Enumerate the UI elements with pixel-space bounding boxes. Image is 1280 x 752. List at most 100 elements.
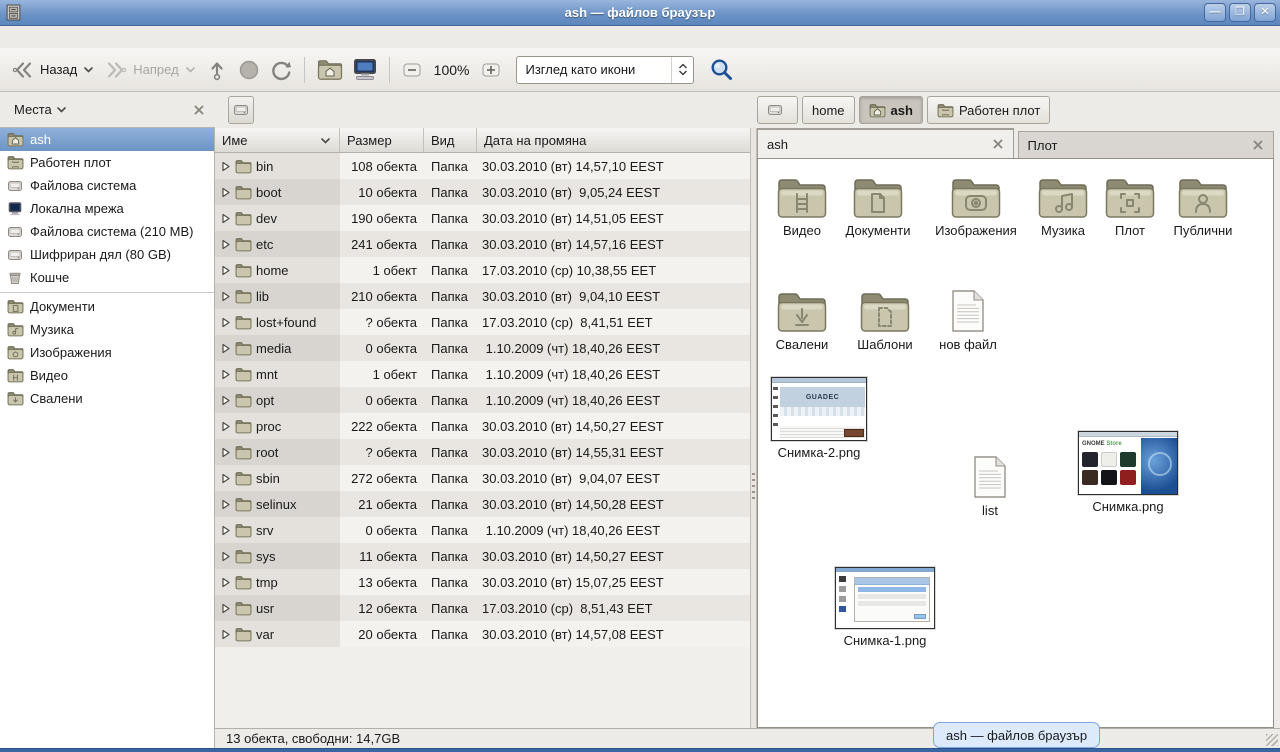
titlebar[interactable]: ash — файлов браузър — ❐ ✕ <box>0 0 1280 26</box>
column-header-name[interactable]: Име <box>215 128 340 153</box>
column-header-size[interactable]: Размер <box>340 128 424 153</box>
icon-view-item[interactable]: Свалени <box>760 281 844 352</box>
expander-icon[interactable] <box>221 499 231 510</box>
table-row[interactable]: srv 0 обекта Папка 1.10.2009 (чт) 18,40,… <box>215 517 750 543</box>
expander-icon[interactable] <box>221 291 231 302</box>
expander-icon[interactable] <box>221 343 231 354</box>
expander-icon[interactable] <box>221 577 231 588</box>
sidebar-item[interactable]: Файлова система (210 MB) <box>0 220 214 243</box>
expander-icon[interactable] <box>221 239 231 250</box>
table-row[interactable]: boot 10 обекта Папка 30.03.2010 (вт) 9,0… <box>215 179 750 205</box>
home-button[interactable] <box>312 54 348 86</box>
sidebar-item[interactable]: ash <box>0 128 214 151</box>
close-button[interactable]: ✕ <box>1254 3 1276 22</box>
table-row[interactable]: proc 222 обекта Папка 30.03.2010 (вт) 14… <box>215 413 750 439</box>
expander-icon[interactable] <box>221 525 231 536</box>
table-row[interactable]: lost+found ? обекта Папка 17.03.2010 (ср… <box>215 309 750 335</box>
zoom-in-button[interactable] <box>476 54 506 86</box>
search-button[interactable] <box>706 54 738 86</box>
icon-view-item[interactable]: list <box>948 447 1032 518</box>
sidebar-item[interactable]: Видео <box>0 364 214 387</box>
zoom-out-button[interactable] <box>397 54 427 86</box>
icon-view-item[interactable]: Плот <box>1088 167 1172 238</box>
menu-item[interactable] <box>44 35 62 39</box>
expander-icon[interactable] <box>221 603 231 614</box>
sidebar-item[interactable]: Шифриран дял (80 GB) <box>0 243 214 266</box>
sidebar-item[interactable]: Изображения <box>0 341 214 364</box>
expander-icon[interactable] <box>221 551 231 562</box>
icon-view-item[interactable]: Снимка-1.png <box>833 567 937 648</box>
table-row[interactable]: home 1 обект Папка 17.03.2010 (ср) 10,38… <box>215 257 750 283</box>
breadcrumb-button[interactable]: ash <box>859 96 923 124</box>
table-row[interactable]: bin 108 обекта Папка 30.03.2010 (вт) 14,… <box>215 153 750 179</box>
expander-icon[interactable] <box>221 187 231 198</box>
table-row[interactable]: sys 11 обекта Папка 30.03.2010 (вт) 14,5… <box>215 543 750 569</box>
expander-icon[interactable] <box>221 395 231 406</box>
menu-item[interactable] <box>62 35 80 39</box>
sidebar-item[interactable]: Кошче <box>0 266 214 289</box>
icon-view-item[interactable]: Документи <box>836 167 920 238</box>
icon-view-item[interactable]: Публични <box>1161 167 1245 238</box>
sidebar-close-icon[interactable] <box>193 104 205 116</box>
column-header-modified[interactable]: Дата на промяна <box>477 128 750 153</box>
icon-view-item[interactable]: Видео <box>760 167 844 238</box>
icon-view-item[interactable]: GNOME Store Снимка.png <box>1076 431 1180 514</box>
icon-view[interactable]: Видео Документи Изображения Музика Плот … <box>757 158 1274 728</box>
table-row[interactable]: lib 210 обекта Папка 30.03.2010 (вт) 9,0… <box>215 283 750 309</box>
expander-icon[interactable] <box>221 369 231 380</box>
reload-button[interactable] <box>265 54 297 86</box>
sidebar-item[interactable]: Музика <box>0 318 214 341</box>
spinner-icon[interactable] <box>671 57 693 83</box>
table-row[interactable]: var 20 обекта Папка 30.03.2010 (вт) 14,5… <box>215 621 750 647</box>
table-row[interactable]: selinux 21 обекта Папка 30.03.2010 (вт) … <box>215 491 750 517</box>
expander-icon[interactable] <box>221 265 231 276</box>
icon-view-item[interactable]: Шаблони <box>843 281 927 352</box>
sidebar-header-label[interactable]: Места <box>14 102 52 117</box>
view-mode-select[interactable]: Изглед като икони <box>516 56 694 84</box>
expander-icon[interactable] <box>221 421 231 432</box>
table-row[interactable]: etc 241 обекта Папка 30.03.2010 (вт) 14,… <box>215 231 750 257</box>
sidebar-item[interactable]: Документи <box>0 292 214 318</box>
root-filesystem-button[interactable] <box>228 96 254 124</box>
icon-view-item[interactable]: нов файл <box>926 281 1010 352</box>
expander-icon[interactable] <box>221 473 231 484</box>
expander-icon[interactable] <box>221 317 231 328</box>
icon-view-item[interactable]: Изображения <box>934 167 1018 238</box>
menu-item[interactable] <box>8 35 26 39</box>
icon-view-item[interactable]: GUADEC Снимка-2.png <box>769 377 869 460</box>
back-history-dropdown-icon[interactable] <box>83 65 94 74</box>
minimize-button[interactable]: — <box>1204 3 1226 22</box>
sidebar-item[interactable]: Локална мрежа <box>0 197 214 220</box>
sidebar-item[interactable]: Файлова система <box>0 174 214 197</box>
expander-icon[interactable] <box>221 161 231 172</box>
pane-splitter[interactable] <box>750 128 757 728</box>
menu-item[interactable] <box>26 35 44 39</box>
resize-grip[interactable] <box>1266 734 1278 746</box>
table-row[interactable]: mnt 1 обект Папка 1.10.2009 (чт) 18,40,2… <box>215 361 750 387</box>
back-button[interactable]: Назад <box>6 54 99 86</box>
menu-item[interactable] <box>80 35 98 39</box>
table-row[interactable]: tmp 13 обекта Папка 30.03.2010 (вт) 15,0… <box>215 569 750 595</box>
table-row[interactable]: opt 0 обекта Папка 1.10.2009 (чт) 18,40,… <box>215 387 750 413</box>
sidebar-item[interactable]: Работен плот <box>0 151 214 174</box>
computer-button[interactable] <box>348 54 382 86</box>
expander-icon[interactable] <box>221 447 231 458</box>
breadcrumb-button[interactable]: Работен плот <box>927 96 1050 124</box>
expander-icon[interactable] <box>221 213 231 224</box>
table-row[interactable]: root ? обекта Папка 30.03.2010 (вт) 14,5… <box>215 439 750 465</box>
splitter-grip[interactable] <box>752 473 755 499</box>
breadcrumb-button[interactable] <box>757 96 798 124</box>
table-row[interactable]: media 0 обекта Папка 1.10.2009 (чт) 18,4… <box>215 335 750 361</box>
tab[interactable]: Плот <box>1018 131 1275 158</box>
expander-icon[interactable] <box>221 629 231 640</box>
maximize-button[interactable]: ❐ <box>1229 3 1251 22</box>
column-header-type[interactable]: Вид <box>424 128 477 153</box>
menu-item[interactable] <box>98 35 116 39</box>
up-button[interactable] <box>201 54 233 86</box>
table-row[interactable]: sbin 272 обекта Папка 30.03.2010 (вт) 9,… <box>215 465 750 491</box>
table-row[interactable]: usr 12 обекта Папка 17.03.2010 (ср) 8,51… <box>215 595 750 621</box>
chevron-down-icon[interactable] <box>56 105 67 114</box>
tab-close-icon[interactable] <box>1252 139 1264 151</box>
tab-close-icon[interactable] <box>992 138 1004 150</box>
tab[interactable]: ash <box>757 128 1014 158</box>
